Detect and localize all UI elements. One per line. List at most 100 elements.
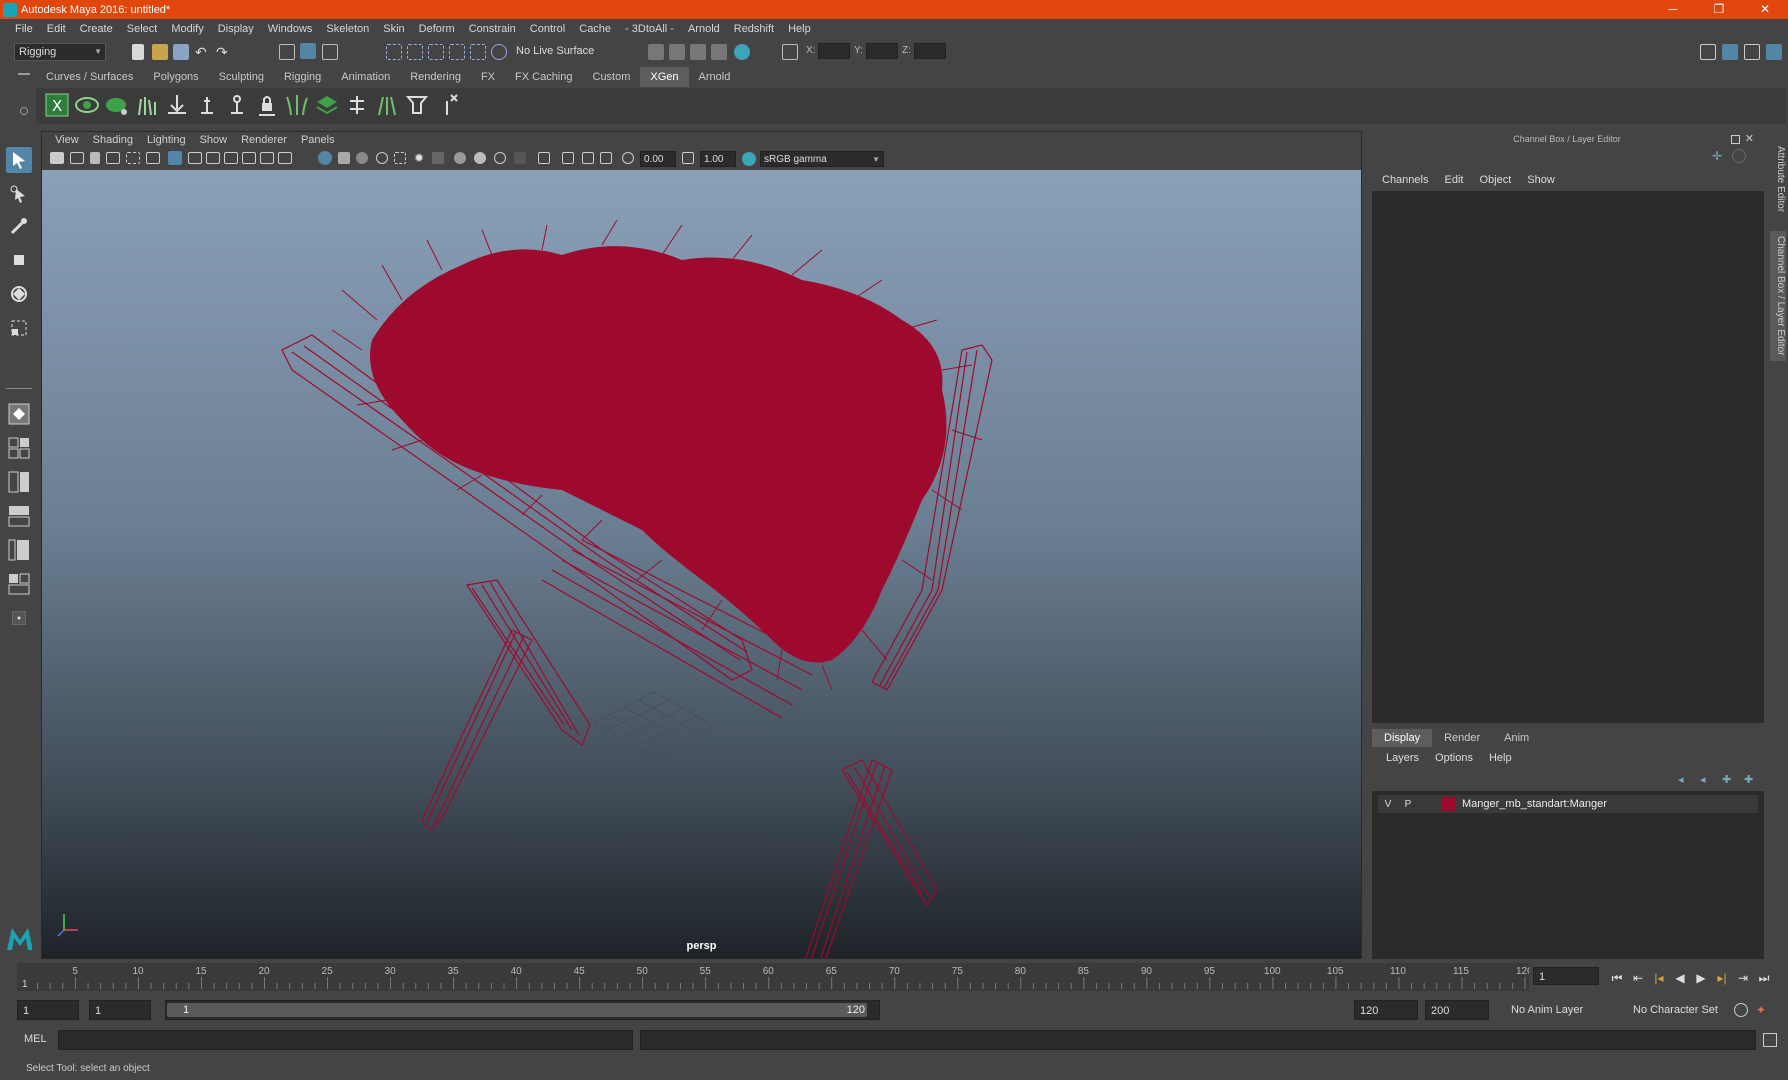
menu-help[interactable]: Help — [781, 19, 818, 40]
step-back-frame-icon[interactable]: |◂ — [1651, 970, 1667, 986]
toolbox-expand-icon[interactable] — [6, 605, 32, 631]
play-back-icon[interactable]: ◀ — [1672, 970, 1688, 986]
vp-menu-view[interactable]: View — [48, 132, 86, 148]
maximize-button[interactable]: ❐ — [1696, 0, 1742, 19]
anim-layer-dropdown[interactable]: No Anim Layer — [1506, 1000, 1608, 1020]
vp-menu-lighting[interactable]: Lighting — [140, 132, 193, 148]
snap-grid-icon[interactable] — [386, 44, 402, 60]
channel-box-key-icon[interactable]: ✛ — [1712, 149, 1726, 163]
xgen-brush-icon[interactable] — [404, 92, 430, 118]
range-end-field[interactable]: 200 — [1425, 1000, 1489, 1020]
layer-playback-toggle[interactable]: P — [1398, 799, 1418, 810]
menu-modify[interactable]: Modify — [164, 19, 210, 40]
smooth-shade-icon[interactable] — [338, 152, 350, 164]
xgen-visibility-icon[interactable] — [104, 92, 130, 118]
screen-space-ao-icon[interactable] — [454, 152, 466, 164]
layer-visibility-toggle[interactable]: V — [1378, 799, 1398, 810]
auto-key-icon[interactable] — [1734, 1003, 1748, 1017]
time-slider[interactable]: 5 10 15 20 25 30 35 40 45 50 55 60 65 70 75 80 85 90 95 100… — [17, 963, 1533, 991]
snap-surface-icon[interactable] — [470, 44, 486, 60]
layer-tab-render[interactable]: Render — [1432, 729, 1492, 747]
range-slider-handle[interactable]: 1 120 — [167, 1003, 867, 1017]
paint-select-tool-icon[interactable] — [6, 213, 32, 239]
open-scene-icon[interactable] — [152, 44, 168, 60]
range-slider-track[interactable]: 1 120 — [165, 1000, 880, 1020]
rotate-tool-icon[interactable] — [6, 281, 32, 307]
menu-skin[interactable]: Skin — [376, 19, 411, 40]
wireframe-icon[interactable] — [318, 151, 332, 165]
shelf-tab-polygons[interactable]: Polygons — [143, 67, 208, 87]
cb-menu-object[interactable]: Object — [1471, 171, 1519, 189]
shelf-tab-custom[interactable]: Custom — [583, 67, 641, 87]
playback-start-field[interactable]: 1 — [89, 1000, 151, 1020]
menu-display[interactable]: Display — [211, 19, 261, 40]
y-coord-field[interactable] — [866, 43, 898, 59]
go-to-end-icon[interactable]: ⏭ — [1756, 970, 1772, 986]
layout-four-pane-icon[interactable] — [6, 435, 32, 461]
anti-aliasing-icon[interactable] — [494, 152, 506, 164]
le-menu-options[interactable]: Options — [1427, 749, 1481, 767]
menu-control[interactable]: Control — [523, 19, 572, 40]
viewport-3d-canvas[interactable]: persp — [42, 170, 1361, 958]
gamma-field[interactable]: 1.00 — [700, 151, 736, 167]
transform-mode-icon[interactable] — [782, 44, 798, 60]
safe-action-icon[interactable] — [260, 152, 274, 164]
textured-icon[interactable] — [394, 152, 406, 164]
shelf-tab-xgen[interactable]: XGen — [640, 67, 689, 87]
range-start-field[interactable]: 1 — [17, 1000, 79, 1020]
shelf-tab-fx-caching[interactable]: FX Caching — [505, 67, 582, 87]
live-surface-field[interactable]: No Live Surface — [512, 43, 602, 61]
select-tool-icon[interactable] — [6, 147, 32, 173]
channel-box-sync-icon[interactable] — [1732, 149, 1746, 163]
redo-icon[interactable]: ↷ — [216, 44, 232, 60]
new-layer-icon[interactable]: ✚ — [1722, 773, 1736, 786]
step-forward-frame-icon[interactable]: ▸| — [1714, 970, 1730, 986]
render-current-frame-icon[interactable] — [669, 44, 685, 60]
undo-icon[interactable]: ↶ — [195, 44, 211, 60]
new-scene-icon[interactable] — [132, 44, 144, 60]
exposure-icon[interactable] — [622, 152, 634, 164]
menu-cache[interactable]: Cache — [572, 19, 618, 40]
step-back-key-icon[interactable]: ⇤ — [1630, 970, 1646, 986]
shelf-menu-icon[interactable] — [18, 73, 30, 75]
layout-single-pane-icon[interactable] — [6, 401, 32, 427]
xgen-editor-icon[interactable]: X — [44, 92, 70, 118]
menu-file[interactable]: File — [8, 19, 40, 40]
xray-joints-icon[interactable] — [600, 152, 612, 164]
ipr-render-icon[interactable] — [690, 44, 706, 60]
vp-menu-shading[interactable]: Shading — [86, 132, 140, 148]
camera-select-icon[interactable] — [50, 152, 64, 164]
layout-persp-graph-icon[interactable] — [6, 571, 32, 597]
image-plane-icon[interactable] — [106, 152, 120, 164]
move-tool-icon[interactable] — [6, 247, 32, 273]
shelf-tab-rendering[interactable]: Rendering — [400, 67, 471, 87]
render-view-icon[interactable] — [711, 44, 727, 60]
film-gate-icon[interactable] — [188, 152, 202, 164]
xgen-sculpt-guide-icon[interactable] — [164, 92, 190, 118]
shelf-settings-icon[interactable] — [20, 107, 28, 115]
menu-create[interactable]: Create — [73, 19, 120, 40]
menu-arnold[interactable]: Arnold — [681, 19, 727, 40]
shelf-tab-rigging[interactable]: Rigging — [274, 67, 331, 87]
layer-color-swatch[interactable] — [1442, 797, 1456, 811]
select-object-icon[interactable] — [300, 43, 316, 59]
float-panel-icon[interactable] — [1731, 135, 1740, 144]
layout-graph-pane-icon[interactable] — [6, 537, 32, 563]
gate-mask-icon[interactable] — [224, 152, 238, 164]
scale-tool-icon[interactable] — [6, 315, 32, 341]
layer-tab-anim[interactable]: Anim — [1492, 729, 1541, 747]
2d-pan-zoom-icon[interactable] — [126, 152, 140, 164]
cb-menu-channels[interactable]: Channels — [1374, 171, 1436, 189]
xgen-place-guide-icon[interactable] — [134, 92, 160, 118]
select-component-icon[interactable] — [322, 44, 338, 60]
x-coord-field[interactable] — [818, 43, 850, 59]
xray-icon[interactable] — [562, 152, 574, 164]
shelf-tab-arnold[interactable]: Arnold — [689, 67, 741, 87]
shelf-tab-sculpting[interactable]: Sculpting — [209, 67, 274, 87]
field-chart-icon[interactable] — [242, 152, 256, 164]
menu-3dtoall[interactable]: - 3DtoAll - — [618, 19, 681, 40]
playback-end-field[interactable]: 120 — [1354, 1000, 1418, 1020]
shelf-tab-fx[interactable]: FX — [471, 67, 505, 87]
command-line-input[interactable] — [58, 1030, 633, 1050]
grid-toggle-icon[interactable] — [168, 151, 182, 165]
